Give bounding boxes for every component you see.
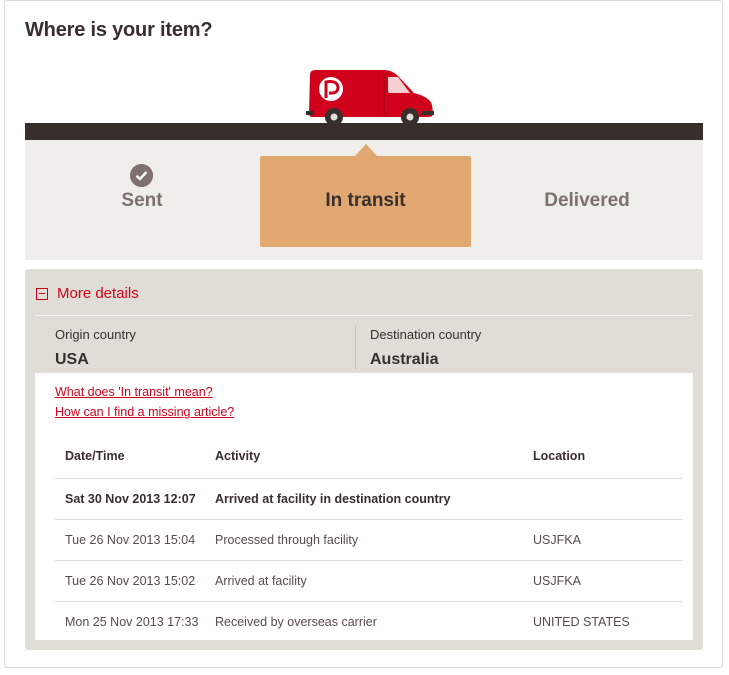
status-step-delivered: Delivered <box>471 140 703 260</box>
cell-activity: Processed through facility <box>205 519 523 561</box>
table-row: Mon 25 Nov 2013 17:33 Received by overse… <box>55 601 683 642</box>
column-header-datetime: Date/Time <box>55 435 205 479</box>
current-step-pointer <box>355 144 377 156</box>
cell-datetime: Sat 30 Nov 2013 12:07 <box>55 478 205 520</box>
cell-datetime: Tue 26 Nov 2013 15:02 <box>55 560 205 602</box>
cell-location: USJFKA <box>523 560 683 602</box>
road-bar <box>25 123 703 140</box>
status-step-in-transit: In transit <box>260 144 471 247</box>
status-step-label: Sent <box>121 190 163 211</box>
cell-location: UNITED STATES <box>533 614 630 629</box>
cell-datetime: Tue 26 Nov 2013 15:04 <box>55 519 205 561</box>
destination-country: Destination country Australia <box>370 327 481 369</box>
cell-datetime: Mon 25 Nov 2013 17:33 <box>65 614 199 629</box>
destination-country-label: Destination country <box>370 327 482 342</box>
status-step-label: In transit <box>325 190 406 211</box>
table-row: Tue 26 Nov 2013 15:02 Arrived at facilit… <box>55 560 683 602</box>
table-row: Sat 30 Nov 2013 12:07 Arrived at facilit… <box>55 478 683 520</box>
missing-article-link[interactable]: How can I find a missing article? <box>55 405 234 419</box>
cell-activity: Arrived at facility in destination count… <box>205 478 523 520</box>
status-step-sent: Sent <box>25 140 259 260</box>
in-transit-info-link[interactable]: What does 'In transit' mean? <box>55 385 213 399</box>
origin-country-label: Origin country <box>55 327 136 342</box>
column-header-location: Location <box>523 435 683 479</box>
cell-location: USJFKA <box>523 519 683 561</box>
column-header-activity: Activity <box>205 435 523 479</box>
destination-country-value: Australia <box>370 351 439 368</box>
more-details-label[interactable]: More details <box>57 285 139 302</box>
van-icon <box>306 70 434 126</box>
cell-activity: Arrived at facility <box>205 560 523 602</box>
tracking-history: What does 'In transit' mean? How can I f… <box>35 373 693 640</box>
check-icon <box>130 164 153 187</box>
details-panel: More details Origin country USA Destinat… <box>25 269 703 650</box>
page-title: Where is your item? <box>25 19 213 41</box>
table-header-row: Date/Time Activity Location <box>55 435 683 479</box>
cell-location <box>523 478 683 520</box>
status-step-label: Delivered <box>544 190 630 211</box>
more-details-toggle[interactable]: More details <box>36 285 139 302</box>
collapse-icon[interactable] <box>36 287 48 300</box>
origin-country: Origin country USA <box>55 327 136 369</box>
origin-country-value: USA <box>55 351 89 368</box>
divider <box>35 315 693 316</box>
tracking-table: Date/Time Activity Location Sat 30 Nov 2… <box>55 435 683 642</box>
vertical-divider <box>355 325 356 369</box>
table-row: Tue 26 Nov 2013 15:04 Processed through … <box>55 519 683 561</box>
cell-activity: Received by overseas carrier <box>215 614 377 629</box>
tracking-card: Where is your item? Sent In transit Deli… <box>4 0 723 668</box>
status-track: Sent In transit Delivered <box>25 140 703 260</box>
